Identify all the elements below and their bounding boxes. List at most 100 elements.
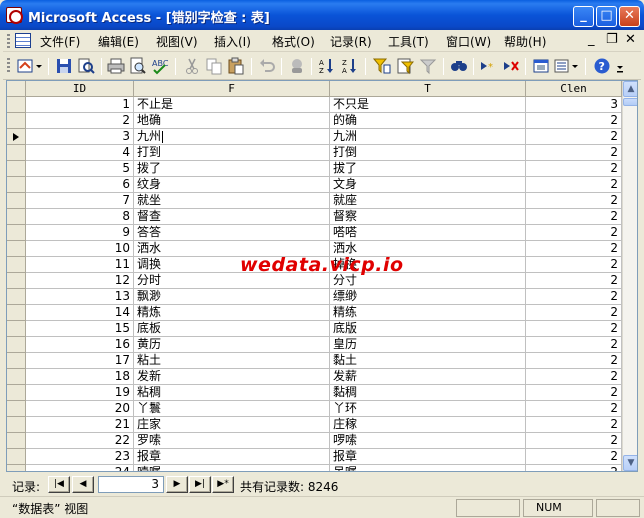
cell-f[interactable]: 丫鬟 [134,401,330,417]
cell-t[interactable]: 底版 [330,321,526,337]
column-header-t[interactable]: T [330,81,526,97]
cell-t[interactable]: 黏土 [330,353,526,369]
row-selector[interactable] [7,321,26,337]
cell-id[interactable]: 7 [26,193,134,209]
cell-f[interactable]: 答答 [134,225,330,241]
cell-t[interactable]: 皇历 [330,337,526,353]
cell-id[interactable]: 3 [26,129,134,145]
cell-clen[interactable]: 2 [526,417,622,433]
cell-clen[interactable]: 2 [526,273,622,289]
scroll-thumb[interactable] [623,98,637,106]
database-window-icon[interactable] [532,57,550,75]
column-header-id[interactable]: ID [26,81,134,97]
doc-close-button[interactable]: ✕ [625,32,636,47]
cell-f[interactable]: 纹身 [134,177,330,193]
menu-view[interactable]: 视图(V) [156,33,198,50]
previous-record-button[interactable]: ◀ [72,476,94,493]
cell-t[interactable]: 拔了 [330,161,526,177]
cell-t[interactable]: 文身 [330,177,526,193]
cell-id[interactable]: 10 [26,241,134,257]
cell-f[interactable]: 粘土 [134,353,330,369]
row-selector[interactable] [7,97,26,113]
document-control-icon[interactable] [15,33,31,48]
column-header-clen[interactable]: Clen [526,81,622,97]
cell-id[interactable]: 9 [26,225,134,241]
cell-f[interactable]: 地确 [134,113,330,129]
cell-id[interactable]: 22 [26,433,134,449]
find-icon[interactable] [450,57,468,75]
cell-t[interactable]: 缥缈 [330,289,526,305]
last-record-button[interactable]: ▶| [189,476,211,493]
cell-clen[interactable]: 2 [526,401,622,417]
row-selector[interactable] [7,385,26,401]
search-db-icon[interactable] [77,57,95,75]
new-object-icon[interactable] [554,57,580,75]
cell-t[interactable]: 精练 [330,305,526,321]
sort-ascending-icon[interactable]: AZ [318,57,336,75]
first-record-button[interactable]: |◀ [48,476,70,493]
cell-id[interactable]: 18 [26,369,134,385]
filter-by-selection-icon[interactable] [373,57,391,75]
cell-f[interactable]: 精炼 [134,305,330,321]
cell-f[interactable]: 黄历 [134,337,330,353]
cell-t[interactable]: 丫环 [330,401,526,417]
cell-clen[interactable]: 2 [526,225,622,241]
cell-t[interactable]: 庄稼 [330,417,526,433]
cell-id[interactable]: 24 [26,465,134,471]
cell-id[interactable]: 11 [26,257,134,273]
paste-icon[interactable] [227,57,245,75]
cell-clen[interactable]: 2 [526,369,622,385]
row-selector[interactable] [7,209,26,225]
copy-icon[interactable] [205,57,223,75]
cell-f[interactable]: 不止是 [134,97,330,113]
row-selector[interactable] [7,305,26,321]
cell-clen[interactable]: 2 [526,257,622,273]
cell-clen[interactable]: 2 [526,433,622,449]
menu-help[interactable]: 帮助(H) [504,33,546,50]
cell-clen[interactable]: 2 [526,385,622,401]
sort-descending-icon[interactable]: ZA [341,57,359,75]
row-selector[interactable] [7,433,26,449]
menu-records[interactable]: 记录(R) [330,33,372,50]
menu-file[interactable]: 文件(F) [40,33,80,50]
undo-icon[interactable] [258,57,276,75]
cell-id[interactable]: 8 [26,209,134,225]
cell-t[interactable]: 的确 [330,113,526,129]
menu-tools[interactable]: 工具(T) [388,33,429,50]
cell-f[interactable]: 拨了 [134,161,330,177]
cell-id[interactable]: 20 [26,401,134,417]
cell-t[interactable]: 嗒嗒 [330,225,526,241]
cell-clen[interactable]: 2 [526,113,622,129]
print-preview-icon[interactable] [129,57,147,75]
cell-t[interactable]: 啰嗦 [330,433,526,449]
cell-t[interactable]: 就座 [330,193,526,209]
window-minimize-button[interactable]: _ [573,6,594,27]
row-selector[interactable] [7,161,26,177]
cell-id[interactable]: 13 [26,289,134,305]
cell-t[interactable]: 吊嘱 [330,465,526,471]
menu-insert[interactable]: 插入(I) [214,33,251,50]
row-selector[interactable] [7,369,26,385]
row-selector[interactable] [7,289,26,305]
delete-record-icon[interactable] [502,57,520,75]
doc-restore-button[interactable]: ❐ [606,32,618,47]
cell-id[interactable]: 19 [26,385,134,401]
cell-id[interactable]: 16 [26,337,134,353]
cell-t[interactable]: 打倒 [330,145,526,161]
new-record-icon[interactable]: * [479,57,497,75]
cell-id[interactable]: 15 [26,321,134,337]
vertical-scrollbar[interactable]: ▲ ▼ [622,81,637,471]
row-selector[interactable] [7,257,26,273]
cell-id[interactable]: 4 [26,145,134,161]
cell-id[interactable]: 12 [26,273,134,289]
row-selector[interactable] [7,465,26,471]
doc-minimize-button[interactable]: _ [588,32,595,47]
menu-window[interactable]: 窗口(W) [446,33,491,50]
datasheet-grid[interactable]: ID F T Clen 1 不止是 不只是 3 2 地确 的确 2 3 九州 九洲 2 4 打到 打倒 2 5 拨… [6,80,638,472]
cell-id[interactable]: 23 [26,449,134,465]
filter-by-form-icon[interactable] [396,57,414,75]
cell-clen[interactable]: 2 [526,177,622,193]
cell-clen[interactable]: 2 [526,449,622,465]
row-selector[interactable] [7,225,26,241]
cell-clen[interactable]: 2 [526,129,622,145]
